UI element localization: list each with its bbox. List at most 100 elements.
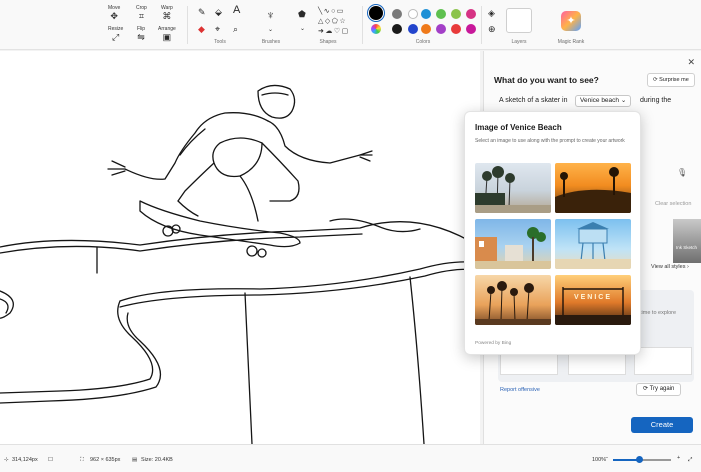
color-swatch-purple[interactable]	[436, 24, 446, 34]
crop-icon: ⌗	[138, 11, 144, 21]
color-swatch-lime[interactable]	[451, 9, 461, 19]
cursor-position: 314,124px	[12, 457, 38, 463]
zoom-slider[interactable]	[613, 456, 671, 463]
ribbon-divider	[187, 6, 188, 44]
refresh-icon: ⟳	[643, 386, 649, 392]
close-icon[interactable]: ✕	[687, 57, 695, 68]
view-all-styles-label: View all styles	[651, 264, 686, 270]
drawing-canvas[interactable]	[0, 51, 480, 444]
try-again-label: Try again	[649, 386, 675, 392]
crop-tool[interactable]: Crop ⌗	[136, 5, 147, 21]
prompt-chip[interactable]: Venice beach ⌄	[575, 95, 632, 107]
warp-tool[interactable]: Warp ⌘	[161, 5, 173, 21]
surprise-me-button[interactable]: ⟳ Surprise me	[647, 73, 695, 87]
zoom-in-icon[interactable]: +	[677, 455, 680, 461]
panel-title: What do you want to see?	[494, 75, 599, 85]
brush-icon[interactable]: ♆	[266, 9, 275, 21]
layers-icon[interactable]: ◈	[488, 8, 495, 18]
image-option-storefront[interactable]	[475, 219, 551, 269]
shapes-grid[interactable]: ╲∿○▭ △◇⬠☆ ➜☁♡▢	[318, 7, 350, 37]
clear-selection-link[interactable]: Clear selection	[655, 201, 691, 207]
color-swatch-pink[interactable]	[466, 24, 476, 34]
file-size-icon: ▤	[132, 457, 138, 463]
ribbon-divider	[481, 6, 482, 44]
move-icon: ✥	[110, 11, 118, 21]
colors-group-label: Colors	[415, 39, 431, 45]
microphone-icon[interactable]: 🎙	[677, 168, 687, 177]
color-swatch-red[interactable]	[451, 24, 461, 34]
venice-sign-image: VENICE	[555, 287, 631, 325]
image-option-palms[interactable]	[475, 275, 551, 325]
style-thumbnail-caption: Ink Sketch	[676, 245, 698, 250]
magic-group-label: Magic Rank	[557, 39, 585, 45]
flip-icon: ⇋	[137, 32, 145, 42]
result-thumbnail[interactable]	[634, 347, 692, 375]
resize-tool[interactable]: Resize ⤢	[108, 26, 123, 42]
canvas-area	[0, 51, 480, 444]
selection-icon: ☐	[48, 457, 53, 463]
ribbon-divider	[362, 6, 363, 44]
zoom-level: 100%	[592, 457, 607, 463]
add-layer-icon[interactable]: ⊕	[488, 24, 496, 34]
venice-sign-text: VENICE	[574, 294, 612, 301]
fill-icon[interactable]: ⬙	[215, 7, 222, 17]
arrange-icon: ▣	[162, 32, 172, 42]
surprise-me-label: Surprise me	[659, 77, 689, 83]
brushes-group-label: Brushes	[261, 39, 281, 45]
color-picker-icon[interactable]: ⌖	[215, 24, 220, 34]
image-option-boardwalk[interactable]	[475, 163, 551, 213]
skater-sketch	[0, 84, 480, 444]
refresh-icon: ⟳	[653, 77, 658, 83]
shapes-group-label: Shapes	[319, 39, 337, 45]
prompt-prefix: A sketch of a skater in	[499, 97, 568, 104]
try-again-button[interactable]: ⟳ Try again	[636, 383, 682, 396]
fit-to-window-icon[interactable]: ⤢	[688, 457, 692, 464]
image-option-sign[interactable]: VENICE	[555, 275, 631, 325]
report-offensive-link[interactable]: Report offensive	[500, 387, 540, 393]
image-option-skatepark[interactable]	[555, 163, 631, 213]
zoom-slider-thumb[interactable]	[635, 456, 643, 463]
warp-icon: ⌘	[162, 11, 172, 21]
magnifier-icon[interactable]: ⌕	[233, 24, 238, 34]
explore-text: time to explore	[640, 310, 677, 316]
color-swatch-blue[interactable]	[421, 9, 431, 19]
color-swatch-magenta[interactable]	[466, 9, 476, 19]
tools-group-label: Tools	[214, 39, 226, 45]
prompt-suffix: during the	[640, 97, 672, 104]
lifeguard-tower-image	[555, 222, 631, 269]
arrange-tool[interactable]: Arrange ▣	[158, 26, 176, 42]
image-picker-popup: Image of Venice Beach Select an image to…	[464, 111, 641, 355]
status-bar: ⊹ 314,124px ☐ ⛶ 962 × 635px ▤ Size: 20.4…	[0, 444, 701, 472]
pencil-icon[interactable]: ✎	[198, 7, 206, 17]
create-button[interactable]: Create	[631, 417, 693, 433]
chevron-down-icon: ⌄	[620, 97, 627, 104]
eraser-icon[interactable]: ◆	[198, 24, 205, 34]
color-swatch-orange[interactable]	[421, 24, 431, 34]
style-thumbnail[interactable]: Ink Sketch	[673, 219, 701, 263]
color-swatch-green[interactable]	[436, 9, 446, 19]
flip-tool[interactable]: Flip ⇋	[137, 26, 145, 42]
chevron-down-icon[interactable]: ⌄	[300, 24, 305, 34]
boardwalk-palms-image	[475, 166, 551, 213]
palm-silhouettes-image	[475, 281, 551, 325]
move-tool[interactable]: Move ✥	[108, 5, 120, 21]
cursor-icon: ⊹	[4, 457, 9, 463]
text-icon[interactable]: A	[233, 5, 240, 16]
layer-thumbnail[interactable]	[506, 8, 532, 33]
shape-fill-icon[interactable]: ⬟	[298, 9, 306, 19]
zoom-out-icon[interactable]: −	[605, 455, 608, 461]
popup-title: Image of Venice Beach	[475, 123, 562, 132]
cocreator-icon[interactable]: ✦	[561, 11, 581, 31]
color-swatch-navy[interactable]	[408, 24, 418, 34]
color-swatch-black[interactable]	[392, 24, 402, 34]
chevron-down-icon[interactable]: ⌄	[268, 25, 273, 35]
skatepark-sunset-image	[555, 167, 631, 213]
layers-group-label: Layers	[511, 39, 527, 45]
color-swatch-white[interactable]	[408, 9, 418, 19]
color-swatch-gray[interactable]	[392, 9, 402, 19]
file-size: Size: 20.4KB	[141, 457, 173, 463]
image-option-lifeguard[interactable]	[555, 219, 631, 269]
color-wheel-icon[interactable]	[371, 24, 381, 34]
view-all-styles-link[interactable]: View all styles ›	[651, 264, 689, 270]
primary-color-swatch[interactable]	[367, 4, 385, 22]
